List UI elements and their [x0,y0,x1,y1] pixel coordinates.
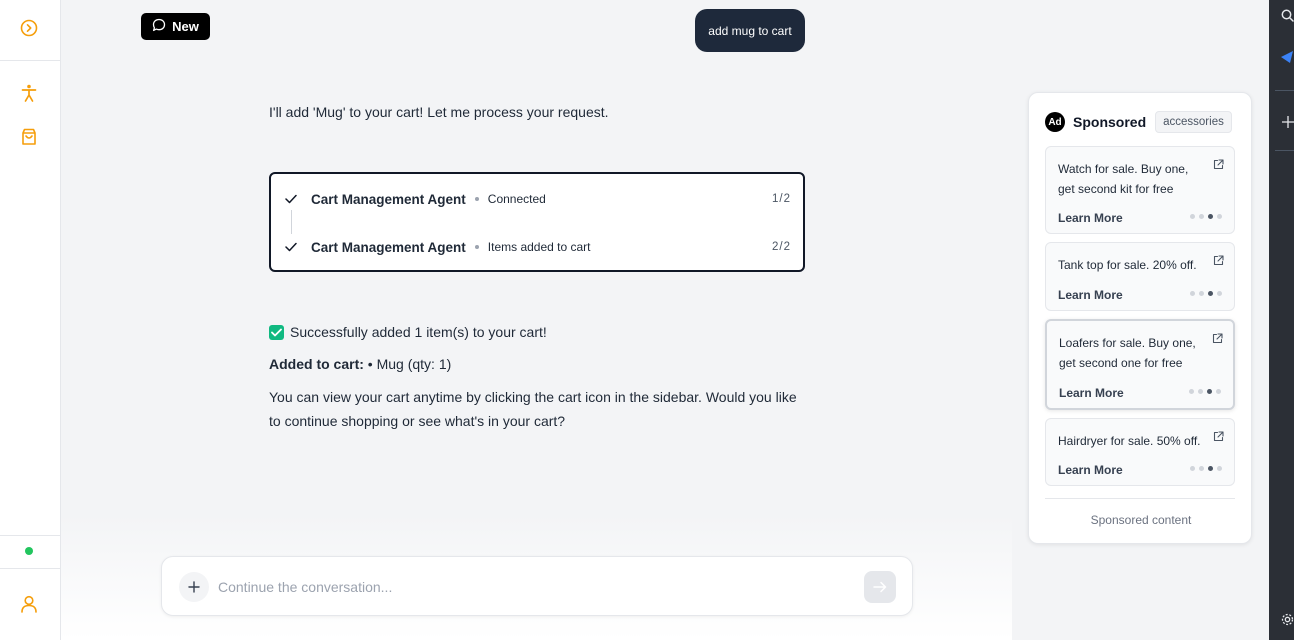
sponsored-panel: Ad Sponsored accessories Watch for sale.… [1028,92,1252,544]
search-icon[interactable] [1281,9,1294,22]
ad-text: Watch for sale. Buy one, get second kit … [1058,162,1189,196]
gear-icon[interactable] [1281,613,1294,626]
success-message: Successfully added 1 item(s) to your car… [269,324,547,340]
sidebar [0,0,61,640]
ad-text: Tank top for sale. 20% off. [1058,258,1197,272]
added-to-cart-line: Added to cart: • Mug (qty: 1) [269,356,451,372]
checkbox-check-icon [269,324,284,340]
sponsored-header: Ad Sponsored accessories [1045,111,1232,133]
agent-progress-card: Cart Management Agent Connected 1/2 Cart… [269,172,805,272]
learn-more-link[interactable]: Learn More [1058,463,1123,477]
user-icon[interactable] [18,593,40,615]
ad-text: Loafers for sale. Buy one, get second on… [1059,336,1196,370]
send-button[interactable] [864,571,896,603]
agent-name: Cart Management Agent [311,239,466,255]
agent-name: Cart Management Agent [311,191,466,207]
user-message-bubble: add mug to cart [695,9,805,52]
agent-step-count: 2/2 [772,241,791,253]
external-link-icon [1212,333,1223,344]
check-icon [285,194,301,204]
ad-card-highlighted[interactable]: Loafers for sale. Buy one, get second on… [1045,319,1235,410]
external-link-icon [1213,431,1224,442]
shopping-bag-icon[interactable] [18,126,40,148]
agent-step-count: 1/2 [772,193,791,205]
added-items-text: • Mug (qty: 1) [367,356,452,372]
sponsored-title: Sponsored [1073,114,1147,130]
chat-bubble-icon [152,18,166,35]
agent-step-row: Cart Management Agent Items added to car… [285,236,791,258]
ad-text: Hairdryer for sale. 50% off. [1058,434,1201,448]
online-status-dot [25,547,33,555]
attach-button[interactable] [179,572,209,602]
learn-more-link[interactable]: Learn More [1058,211,1123,225]
message-composer [161,556,913,616]
agent-connector-line [291,210,292,234]
message-input[interactable] [218,575,838,599]
ad-badge: Ad [1045,112,1065,132]
agent-status: Connected [487,192,546,206]
sponsored-footer: Sponsored content [1090,513,1192,527]
separator-dot [474,197,479,201]
carousel-dots [1190,291,1222,296]
sidebar-divider [0,568,60,569]
followup-text: You can view your cart anytime by clicki… [269,389,797,429]
added-to-cart-label: Added to cart: [269,356,364,372]
external-link-icon [1213,159,1224,170]
edge-toolbar [1269,0,1294,640]
check-icon [285,242,301,252]
agent-status: Items added to cart [487,240,591,254]
separator-dot [474,245,479,249]
chat-main: New add mug to cart I'll add 'Mug' to yo… [61,0,1012,640]
collapse-chevron-icon[interactable] [18,17,40,39]
assistant-intro-text: I'll add 'Mug' to your cart! Let me proc… [269,104,609,120]
learn-more-link[interactable]: Learn More [1058,288,1123,302]
ad-card[interactable]: Hairdryer for sale. 50% off. Learn More [1045,418,1235,486]
plus-icon[interactable] [1282,116,1294,128]
carousel-dots [1190,466,1222,471]
sponsored-divider [1045,498,1235,499]
carousel-dots [1190,214,1222,219]
agent-step-row: Cart Management Agent Connected 1/2 [285,188,791,210]
external-link-icon [1213,255,1224,266]
sponsored-area: Ad Sponsored accessories Watch for sale.… [1012,0,1269,640]
user-message-text: add mug to cart [708,23,792,38]
sidebar-divider [0,60,60,61]
ad-category-tag: accessories [1155,111,1232,133]
sidebar-divider [0,535,60,536]
paper-plane-icon[interactable] [1280,50,1294,64]
ad-card[interactable]: Tank top for sale. 20% off. Learn More [1045,242,1235,311]
edge-divider [1275,90,1294,91]
accessibility-icon[interactable] [18,82,40,104]
carousel-dots [1189,389,1221,394]
ad-card[interactable]: Watch for sale. Buy one, get second kit … [1045,146,1235,234]
new-chat-label: New [172,19,199,34]
success-text: Successfully added 1 item(s) to your car… [290,324,547,340]
new-chat-button[interactable]: New [141,13,210,40]
arrow-right-icon [873,581,887,593]
learn-more-link[interactable]: Learn More [1059,386,1124,400]
plus-icon [188,581,200,593]
edge-divider [1275,150,1294,151]
